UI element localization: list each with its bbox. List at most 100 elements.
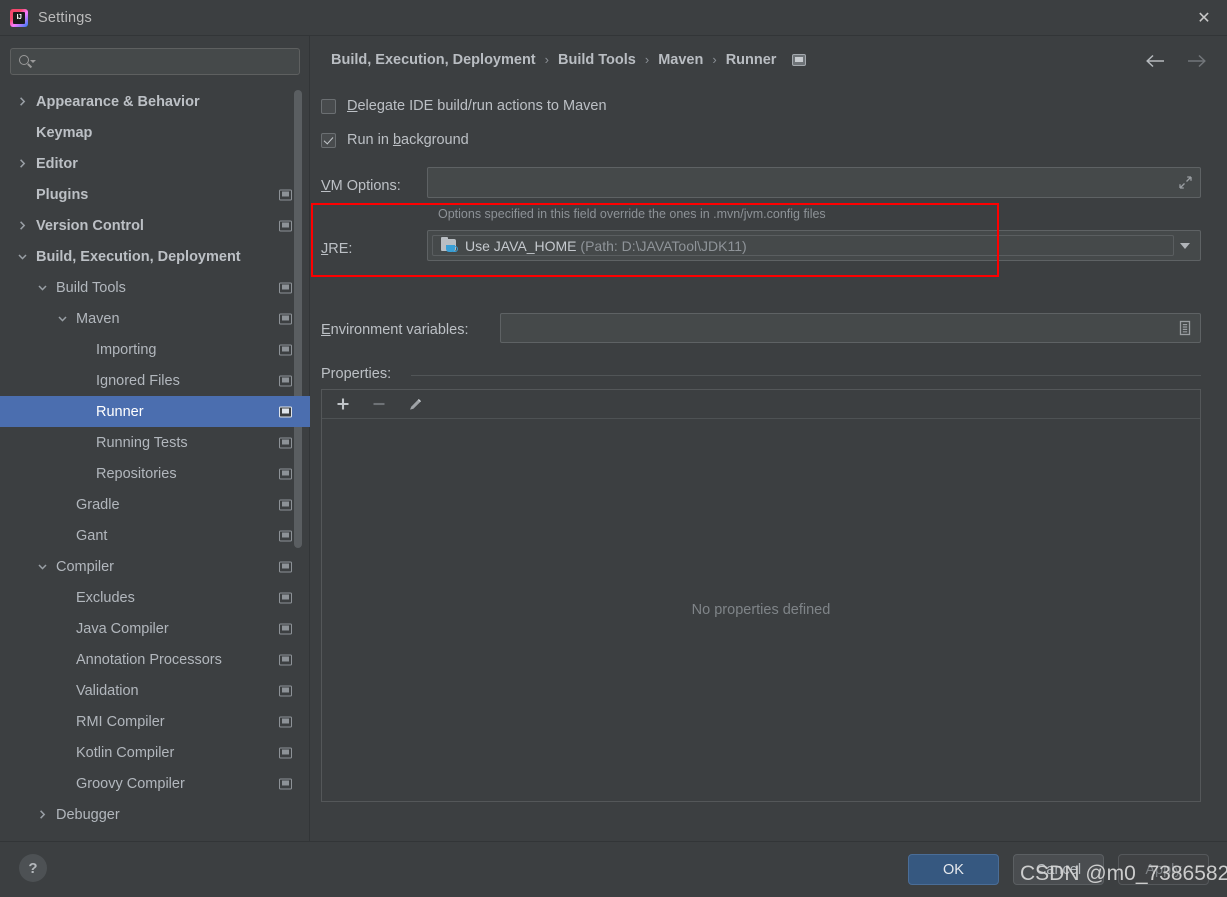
breadcrumb-item[interactable]: Maven bbox=[658, 52, 703, 68]
chevron-down-icon[interactable] bbox=[35, 281, 49, 295]
project-settings-badge-icon bbox=[279, 561, 292, 572]
sidebar-item-ignored-files[interactable]: Ignored Files bbox=[0, 365, 310, 396]
sidebar-item-label: Runner bbox=[96, 403, 144, 420]
chevron-down-icon[interactable] bbox=[15, 250, 29, 264]
arrow-right-icon[interactable] bbox=[1183, 48, 1209, 74]
project-settings-badge-icon bbox=[279, 685, 292, 696]
breadcrumb-separator: › bbox=[644, 51, 650, 67]
project-settings-badge-icon bbox=[279, 623, 292, 634]
sidebar-item-rmi-compiler[interactable]: RMI Compiler bbox=[0, 706, 310, 737]
chevron-down-icon[interactable] bbox=[1180, 242, 1190, 249]
sidebar-item-version-control[interactable]: Version Control bbox=[0, 210, 310, 241]
sidebar-item-compiler[interactable]: Compiler bbox=[0, 551, 310, 582]
help-question-icon[interactable]: ? bbox=[19, 854, 47, 882]
properties-toolbar bbox=[322, 390, 1200, 419]
sidebar-item-label: Keymap bbox=[36, 124, 93, 141]
chevron-down-icon[interactable] bbox=[35, 560, 49, 574]
chevron-right-icon[interactable] bbox=[15, 157, 29, 171]
sidebar-item-editor[interactable]: Editor bbox=[0, 148, 310, 179]
project-settings-badge-icon bbox=[279, 747, 292, 758]
breadcrumb-item[interactable]: Build Tools bbox=[558, 52, 636, 68]
vm-options-input[interactable] bbox=[427, 167, 1201, 198]
sidebar-item-validation[interactable]: Validation bbox=[0, 675, 310, 706]
search-icon bbox=[19, 54, 36, 70]
project-settings-badge-icon bbox=[279, 189, 292, 200]
project-settings-badge-icon bbox=[279, 375, 292, 386]
sidebar-item-java-compiler[interactable]: Java Compiler bbox=[0, 613, 310, 644]
dialog-footer: ? OK Cancel Apply bbox=[0, 841, 1227, 897]
breadcrumb-separator: › bbox=[712, 51, 717, 67]
sidebar-item-repositories[interactable]: Repositories bbox=[0, 458, 310, 489]
project-settings-badge-icon bbox=[279, 313, 292, 324]
chevron-down-icon[interactable] bbox=[55, 312, 69, 326]
sidebar-item-label: Editor bbox=[36, 155, 78, 172]
chevron-right-icon[interactable] bbox=[35, 808, 49, 822]
arrow-left-icon[interactable] bbox=[1143, 48, 1169, 74]
sidebar-item-excludes[interactable]: Excludes bbox=[0, 582, 310, 613]
sidebar-item-plugins[interactable]: Plugins bbox=[0, 179, 310, 210]
environment-list-icon[interactable] bbox=[1173, 316, 1197, 340]
project-settings-badge-icon bbox=[279, 654, 292, 665]
jre-selected-value: Use JAVA_HOME (Path: D:\JAVATool\JDK11) bbox=[432, 235, 1174, 256]
project-settings-badge-icon bbox=[279, 437, 292, 448]
sidebar-item-gradle[interactable]: Gradle bbox=[0, 489, 310, 520]
sidebar-item-label: Plugins bbox=[36, 186, 89, 203]
ok-button[interactable]: OK bbox=[908, 854, 999, 885]
search-input[interactable] bbox=[35, 53, 299, 70]
jre-value-text: Use JAVA_HOME (Path: D:\JAVATool\JDK11) bbox=[465, 237, 747, 254]
project-settings-badge-icon bbox=[279, 468, 292, 479]
breadcrumb-item[interactable]: Runner bbox=[726, 52, 777, 68]
sidebar-item-label: Validation bbox=[76, 682, 139, 699]
expand-diagonal-icon[interactable] bbox=[1173, 171, 1197, 195]
sidebar-item-label: Excludes bbox=[76, 589, 135, 606]
sidebar-item-debugger[interactable]: Debugger bbox=[0, 799, 310, 830]
jre-combobox[interactable]: Use JAVA_HOME (Path: D:\JAVATool\JDK11) bbox=[427, 230, 1201, 261]
cancel-button[interactable]: Cancel bbox=[1013, 854, 1104, 885]
chevron-right-icon[interactable] bbox=[15, 219, 29, 233]
search-field-wrapper bbox=[10, 48, 300, 75]
run-in-background-checkbox[interactable] bbox=[321, 132, 336, 148]
sidebar-item-gant[interactable]: Gant bbox=[0, 520, 310, 551]
sidebar-item-label: Ignored Files bbox=[96, 372, 180, 389]
settings-tree[interactable]: Appearance & Behavior Keymap Editor Plugins… bbox=[0, 86, 310, 841]
pencil-edit-icon[interactable] bbox=[405, 394, 425, 414]
sidebar-item-runner[interactable]: Runner bbox=[0, 396, 310, 427]
jre-label: JRE: bbox=[321, 241, 353, 257]
project-settings-badge-icon bbox=[279, 406, 292, 417]
sidebar-item-label: RMI Compiler bbox=[76, 713, 165, 730]
properties-divider bbox=[411, 375, 1201, 376]
sidebar-item-keymap[interactable]: Keymap bbox=[0, 117, 310, 148]
sidebar-item-appearance-behavior[interactable]: Appearance & Behavior bbox=[0, 86, 310, 117]
properties-empty-text: No properties defined bbox=[691, 602, 831, 618]
sidebar-item-label: Kotlin Compiler bbox=[76, 744, 175, 761]
plus-icon[interactable] bbox=[333, 394, 353, 414]
run-in-background-checkbox-row[interactable]: Run in background bbox=[321, 132, 469, 148]
properties-section-label: Properties: bbox=[321, 366, 392, 382]
sidebar-item-importing[interactable]: Importing bbox=[0, 334, 310, 365]
title-bar: IJ Settings ✕ bbox=[0, 0, 1227, 36]
sidebar-item-groovy-compiler[interactable]: Groovy Compiler bbox=[0, 768, 310, 799]
sidebar-item-kotlin-compiler[interactable]: Kotlin Compiler bbox=[0, 737, 310, 768]
sidebar-item-running-tests[interactable]: Running Tests bbox=[0, 427, 310, 458]
close-icon[interactable]: ✕ bbox=[1181, 0, 1227, 35]
delegate-ide-build-checkbox[interactable] bbox=[321, 98, 336, 114]
sidebar-item-build-tools[interactable]: Build Tools bbox=[0, 272, 310, 303]
search-box[interactable] bbox=[10, 48, 300, 75]
sidebar-item-annotation-processors[interactable]: Annotation Processors bbox=[0, 644, 310, 675]
sidebar-item-label: Compiler bbox=[56, 558, 115, 575]
project-settings-badge-icon bbox=[792, 54, 807, 66]
settings-content: Build, Execution, Deployment › Build Tools… bbox=[311, 36, 1227, 841]
sidebar-item-label: Appearance & Behavior bbox=[36, 93, 200, 110]
chevron-right-icon[interactable] bbox=[15, 95, 29, 109]
environment-variables-label: Environment variables: bbox=[321, 322, 469, 338]
apply-button[interactable]: Apply bbox=[1118, 854, 1209, 885]
delegate-ide-build-checkbox-row[interactable]: Delegate IDE build/run actions to Maven bbox=[321, 98, 607, 114]
breadcrumb-item[interactable]: Build, Execution, Deployment bbox=[331, 52, 536, 68]
sidebar-item-label: Build, Execution, Deployment bbox=[36, 248, 241, 265]
sidebar-item-maven[interactable]: Maven bbox=[0, 303, 310, 334]
environment-variables-input[interactable] bbox=[500, 313, 1201, 343]
project-settings-badge-icon bbox=[279, 778, 292, 789]
project-settings-badge-icon bbox=[279, 499, 292, 510]
sidebar-item-build-execution-deployment[interactable]: Build, Execution, Deployment bbox=[0, 241, 310, 272]
sidebar-item-label: Repositories bbox=[96, 465, 177, 482]
